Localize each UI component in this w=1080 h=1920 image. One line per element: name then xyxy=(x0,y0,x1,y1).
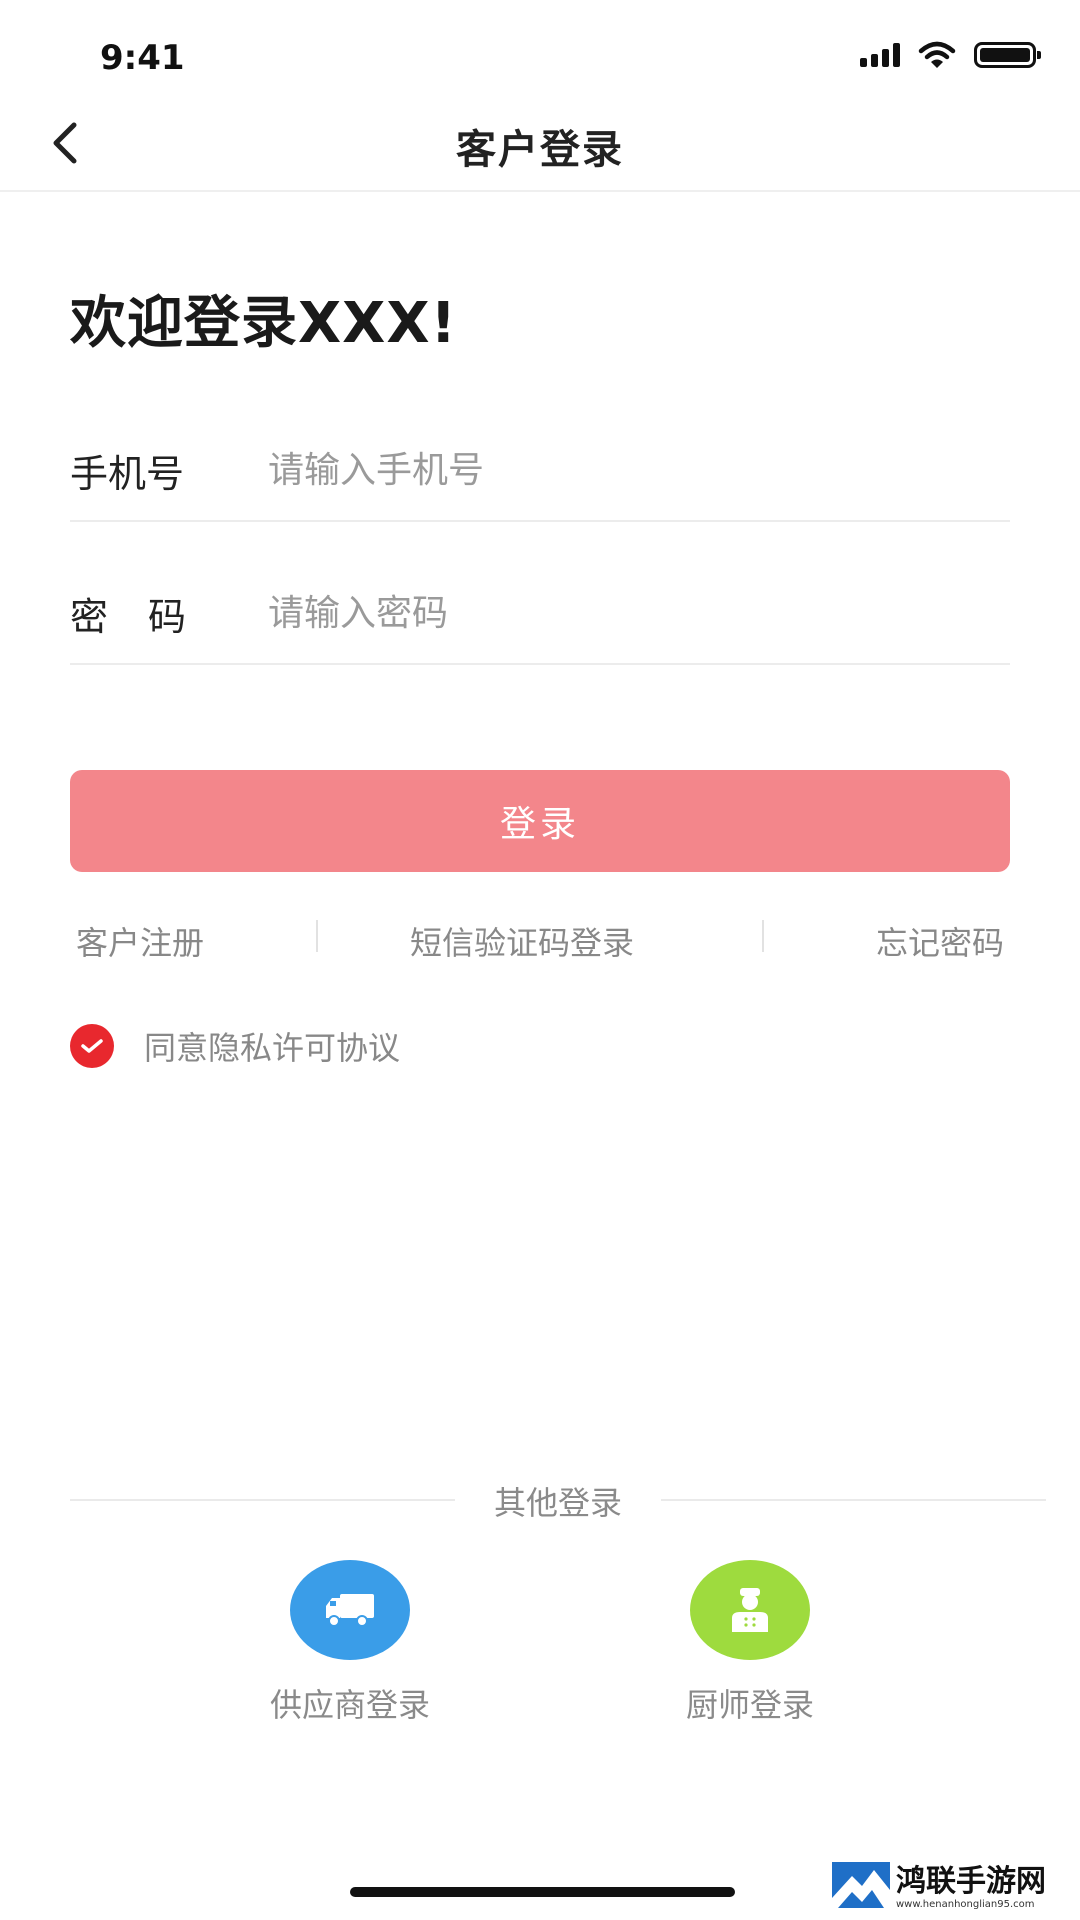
agreement-row[interactable]: 同意隐私许可协议 xyxy=(70,1024,400,1068)
link-divider xyxy=(762,920,764,952)
watermark-logo-icon xyxy=(832,1862,890,1914)
chef-login-circle[interactable] xyxy=(690,1560,810,1660)
signal-icon xyxy=(860,43,900,67)
status-time: 9:41 xyxy=(100,38,185,78)
password-input[interactable] xyxy=(268,592,1010,634)
phone-input[interactable] xyxy=(268,449,1010,491)
status-icons xyxy=(860,38,1041,72)
password-row: 密码 xyxy=(70,563,1010,665)
welcome-heading: 欢迎登录XXX! xyxy=(70,291,458,356)
register-link[interactable]: 客户注册 xyxy=(76,918,204,964)
chef-login-button[interactable]: 厨师登录 xyxy=(630,1560,870,1726)
other-login-header: 其他登录 xyxy=(70,1478,1046,1522)
sms-login-link[interactable]: 短信验证码登录 xyxy=(410,918,634,964)
phone-label: 手机号 xyxy=(70,451,185,496)
battery-icon xyxy=(974,42,1041,68)
chef-login-label[interactable]: 厨师登录 xyxy=(630,1680,870,1726)
nav-bar: 客户登录 xyxy=(0,95,1080,192)
supplier-login-button[interactable]: 供应商登录 xyxy=(230,1560,470,1726)
agreement-text[interactable]: 同意隐私许可协议 xyxy=(144,1023,400,1069)
page-title: 客户登录 xyxy=(456,127,624,173)
checkmark-icon xyxy=(81,1039,103,1053)
password-label: 密码 xyxy=(70,594,227,639)
home-indicator xyxy=(350,1887,735,1897)
other-login-title: 其他登录 xyxy=(493,1484,622,1522)
forgot-password-link[interactable]: 忘记密码 xyxy=(876,918,1004,964)
supplier-login-circle[interactable] xyxy=(290,1560,410,1660)
agreement-checkbox[interactable] xyxy=(70,1024,114,1068)
phone-row: 手机号 xyxy=(70,420,1010,522)
wifi-icon xyxy=(918,41,956,68)
supplier-login-label[interactable]: 供应商登录 xyxy=(230,1680,470,1726)
login-page: 9:41 客户登录 欢迎登录XXX! 手机号 密码 登录 客户注册 xyxy=(0,0,1080,1920)
divider-line xyxy=(661,1499,1046,1501)
watermark-text: 鸿联手游网 www.henanhonglian95.com xyxy=(896,1865,1046,1911)
auth-links: 客户注册 短信验证码登录 忘记密码 xyxy=(70,910,1010,970)
watermark: 鸿联手游网 www.henanhonglian95.com xyxy=(832,1862,1072,1914)
watermark-title: 鸿联手游网 xyxy=(896,1864,1046,1899)
truck-icon xyxy=(326,1594,374,1627)
watermark-url: www.henanhonglian95.com xyxy=(896,1899,1035,1910)
link-divider xyxy=(316,920,318,952)
chef-icon xyxy=(732,1588,768,1632)
login-button[interactable]: 登录 xyxy=(70,770,1010,872)
